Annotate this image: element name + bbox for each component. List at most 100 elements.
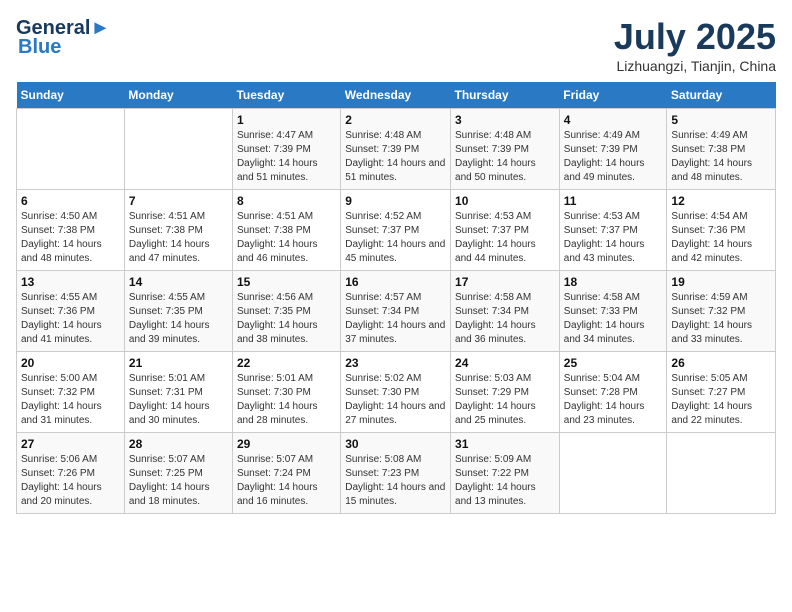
day-number: 19: [671, 275, 771, 289]
page-header: General► Blue July 2025 Lizhuangzi, Tian…: [16, 16, 776, 74]
day-cell: 15 Sunrise: 4:56 AMSunset: 7:35 PMDayligh…: [232, 271, 340, 352]
day-cell: 20 Sunrise: 5:00 AMSunset: 7:32 PMDayligh…: [17, 352, 125, 433]
day-info: Sunrise: 5:00 AMSunset: 7:32 PMDaylight:…: [21, 372, 120, 428]
day-info: Sunrise: 4:55 AMSunset: 7:36 PMDaylight:…: [21, 291, 120, 347]
day-info: Sunrise: 4:58 AMSunset: 7:34 PMDaylight:…: [455, 291, 555, 347]
day-number: 7: [129, 194, 228, 208]
day-number: 10: [455, 194, 555, 208]
day-cell: 25 Sunrise: 5:04 AMSunset: 7:28 PMDayligh…: [559, 352, 667, 433]
day-cell: 13 Sunrise: 4:55 AMSunset: 7:36 PMDayligh…: [17, 271, 125, 352]
day-info: Sunrise: 5:01 AMSunset: 7:31 PMDaylight:…: [129, 372, 228, 428]
day-number: 9: [345, 194, 446, 208]
day-cell: [667, 433, 776, 514]
day-cell: [124, 109, 232, 190]
day-cell: 8 Sunrise: 4:51 AMSunset: 7:38 PMDaylight…: [232, 190, 340, 271]
day-cell: 22Sunrise: 5:01 AMSunset: 7:30 PMDayligh…: [232, 352, 340, 433]
week-row-3: 13 Sunrise: 4:55 AMSunset: 7:36 PMDayligh…: [17, 271, 776, 352]
day-cell: 23 Sunrise: 5:02 AMSunset: 7:30 PMDayligh…: [341, 352, 451, 433]
header-row: SundayMondayTuesdayWednesdayThursdayFrid…: [17, 82, 776, 109]
calendar-table: SundayMondayTuesdayWednesdayThursdayFrid…: [16, 82, 776, 514]
week-row-1: 1 Sunrise: 4:47 AMSunset: 7:39 PMDaylight…: [17, 109, 776, 190]
day-info: Sunrise: 5:04 AMSunset: 7:28 PMDaylight:…: [564, 372, 663, 428]
day-number: 25: [564, 356, 663, 370]
day-number: 30: [345, 437, 446, 451]
day-info: Sunrise: 4:47 AMSunset: 7:39 PMDaylight:…: [237, 129, 336, 185]
day-info: Sunrise: 5:08 AMSunset: 7:23 PMDaylight:…: [345, 453, 446, 509]
day-info: Sunrise: 4:56 AMSunset: 7:35 PMDaylight:…: [237, 291, 336, 347]
title-block: July 2025 Lizhuangzi, Tianjin, China: [614, 16, 776, 74]
day-number: 17: [455, 275, 555, 289]
col-header-monday: Monday: [124, 82, 232, 109]
day-number: 13: [21, 275, 120, 289]
week-row-2: 6 Sunrise: 4:50 AMSunset: 7:38 PMDaylight…: [17, 190, 776, 271]
day-number: 1: [237, 113, 336, 127]
day-cell: 11Sunrise: 4:53 AMSunset: 7:37 PMDayligh…: [559, 190, 667, 271]
day-number: 5: [671, 113, 771, 127]
day-info: Sunrise: 5:05 AMSunset: 7:27 PMDaylight:…: [671, 372, 771, 428]
logo: General► Blue: [16, 16, 110, 59]
day-cell: 30 Sunrise: 5:08 AMSunset: 7:23 PMDayligh…: [341, 433, 451, 514]
day-cell: 18 Sunrise: 4:58 AMSunset: 7:33 PMDayligh…: [559, 271, 667, 352]
day-info: Sunrise: 5:02 AMSunset: 7:30 PMDaylight:…: [345, 372, 446, 428]
day-number: 31: [455, 437, 555, 451]
day-cell: 1 Sunrise: 4:47 AMSunset: 7:39 PMDaylight…: [232, 109, 340, 190]
day-number: 28: [129, 437, 228, 451]
day-number: 8: [237, 194, 336, 208]
day-cell: 16Sunrise: 4:57 AMSunset: 7:34 PMDayligh…: [341, 271, 451, 352]
day-cell: 3Sunrise: 4:48 AMSunset: 7:39 PMDaylight…: [451, 109, 560, 190]
day-cell: 27 Sunrise: 5:06 AMSunset: 7:26 PMDayligh…: [17, 433, 125, 514]
day-number: 23: [345, 356, 446, 370]
day-number: 24: [455, 356, 555, 370]
day-number: 6: [21, 194, 120, 208]
day-info: Sunrise: 5:07 AMSunset: 7:25 PMDaylight:…: [129, 453, 228, 509]
day-number: 20: [21, 356, 120, 370]
day-info: Sunrise: 4:50 AMSunset: 7:38 PMDaylight:…: [21, 210, 120, 266]
day-info: Sunrise: 5:01 AMSunset: 7:30 PMDaylight:…: [237, 372, 336, 428]
day-cell: 7 Sunrise: 4:51 AMSunset: 7:38 PMDaylight…: [124, 190, 232, 271]
col-header-wednesday: Wednesday: [341, 82, 451, 109]
day-cell: [17, 109, 125, 190]
day-info: Sunrise: 4:54 AMSunset: 7:36 PMDaylight:…: [671, 210, 771, 266]
col-header-thursday: Thursday: [451, 82, 560, 109]
day-info: Sunrise: 4:49 AMSunset: 7:39 PMDaylight:…: [564, 129, 663, 185]
day-cell: 9 Sunrise: 4:52 AMSunset: 7:37 PMDaylight…: [341, 190, 451, 271]
day-cell: 12 Sunrise: 4:54 AMSunset: 7:36 PMDayligh…: [667, 190, 776, 271]
day-number: 14: [129, 275, 228, 289]
day-number: 11: [564, 194, 663, 208]
day-cell: 19 Sunrise: 4:59 AMSunset: 7:32 PMDayligh…: [667, 271, 776, 352]
day-cell: 17 Sunrise: 4:58 AMSunset: 7:34 PMDayligh…: [451, 271, 560, 352]
day-info: Sunrise: 4:51 AMSunset: 7:38 PMDaylight:…: [237, 210, 336, 266]
day-info: Sunrise: 4:51 AMSunset: 7:38 PMDaylight:…: [129, 210, 228, 266]
day-cell: 31 Sunrise: 5:09 AMSunset: 7:22 PMDayligh…: [451, 433, 560, 514]
day-info: Sunrise: 4:55 AMSunset: 7:35 PMDaylight:…: [129, 291, 228, 347]
day-number: 29: [237, 437, 336, 451]
col-header-tuesday: Tuesday: [232, 82, 340, 109]
day-info: Sunrise: 5:09 AMSunset: 7:22 PMDaylight:…: [455, 453, 555, 509]
day-cell: 24 Sunrise: 5:03 AMSunset: 7:29 PMDayligh…: [451, 352, 560, 433]
location: Lizhuangzi, Tianjin, China: [614, 58, 776, 74]
day-number: 4: [564, 113, 663, 127]
day-number: 27: [21, 437, 120, 451]
week-row-5: 27 Sunrise: 5:06 AMSunset: 7:26 PMDayligh…: [17, 433, 776, 514]
day-cell: 21Sunrise: 5:01 AMSunset: 7:31 PMDayligh…: [124, 352, 232, 433]
day-number: 15: [237, 275, 336, 289]
day-info: Sunrise: 4:59 AMSunset: 7:32 PMDaylight:…: [671, 291, 771, 347]
day-cell: 29 Sunrise: 5:07 AMSunset: 7:24 PMDayligh…: [232, 433, 340, 514]
day-cell: 5 Sunrise: 4:49 AMSunset: 7:38 PMDaylight…: [667, 109, 776, 190]
day-info: Sunrise: 5:03 AMSunset: 7:29 PMDaylight:…: [455, 372, 555, 428]
day-number: 18: [564, 275, 663, 289]
day-cell: 10Sunrise: 4:53 AMSunset: 7:37 PMDayligh…: [451, 190, 560, 271]
logo-subtext: Blue: [18, 36, 61, 59]
day-number: 12: [671, 194, 771, 208]
day-info: Sunrise: 4:58 AMSunset: 7:33 PMDaylight:…: [564, 291, 663, 347]
day-info: Sunrise: 5:07 AMSunset: 7:24 PMDaylight:…: [237, 453, 336, 509]
col-header-sunday: Sunday: [17, 82, 125, 109]
day-cell: 26Sunrise: 5:05 AMSunset: 7:27 PMDayligh…: [667, 352, 776, 433]
day-info: Sunrise: 4:49 AMSunset: 7:38 PMDaylight:…: [671, 129, 771, 185]
week-row-4: 20 Sunrise: 5:00 AMSunset: 7:32 PMDayligh…: [17, 352, 776, 433]
day-cell: 14 Sunrise: 4:55 AMSunset: 7:35 PMDayligh…: [124, 271, 232, 352]
day-info: Sunrise: 4:52 AMSunset: 7:37 PMDaylight:…: [345, 210, 446, 266]
day-info: Sunrise: 5:06 AMSunset: 7:26 PMDaylight:…: [21, 453, 120, 509]
month-title: July 2025: [614, 16, 776, 58]
day-number: 16: [345, 275, 446, 289]
